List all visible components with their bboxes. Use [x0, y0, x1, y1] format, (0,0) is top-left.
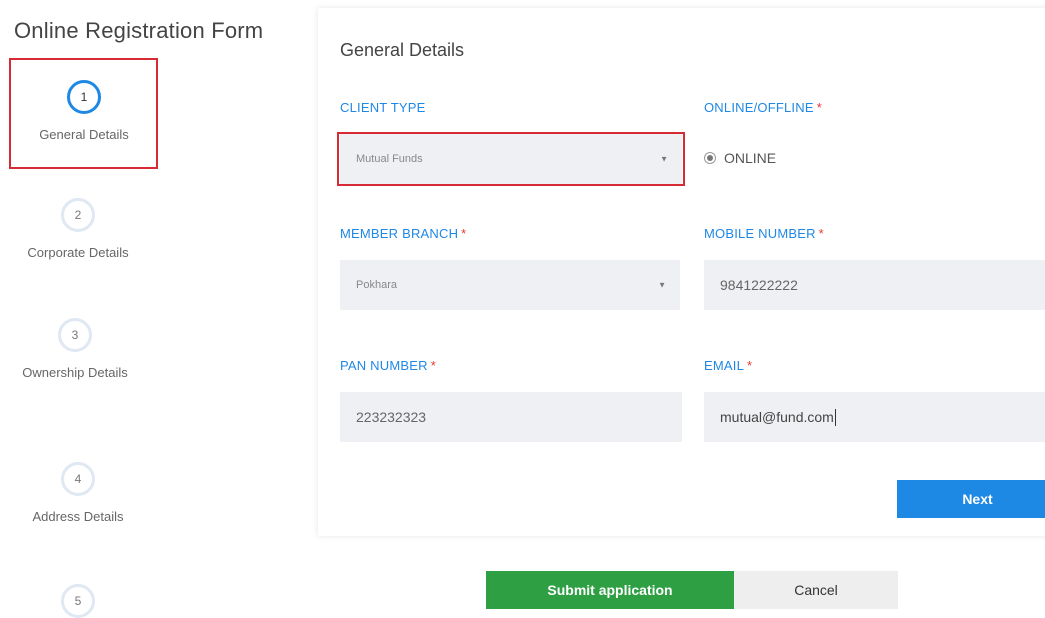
radio-selected-icon[interactable] [704, 152, 716, 164]
email-value: mutual@fund.com [720, 409, 834, 425]
form-title: General Details [340, 40, 465, 60]
email-label: EMAIL * [704, 358, 753, 373]
required-marker: * [461, 226, 467, 241]
step-4-label: Address Details [32, 509, 124, 524]
mobile-number-value: 9841222222 [720, 277, 798, 293]
step-4[interactable]: 4 Address Details [8, 462, 148, 528]
mobile-number-input[interactable]: 9841222222 [704, 260, 1045, 310]
online-radio-label[interactable]: ONLINE [724, 150, 776, 166]
member-branch-label: MEMBER BRANCH * [340, 226, 467, 241]
client-type-highlight [337, 132, 685, 186]
submit-application-button[interactable]: Submit application [486, 571, 734, 609]
online-offline-label: ONLINE/OFFLINE * [704, 100, 822, 115]
required-marker: * [818, 226, 824, 241]
caret-down-icon: ▼ [658, 280, 666, 290]
required-marker: * [430, 358, 436, 373]
pan-number-value: 223232323 [356, 409, 427, 425]
email-input[interactable]: mutual@fund.com [704, 392, 1045, 442]
cancel-button[interactable]: Cancel [734, 571, 898, 609]
member-branch-select[interactable]: Pokhara ▼ [340, 260, 680, 310]
step-4-circle: 4 [61, 462, 95, 496]
step-1-highlight [9, 58, 158, 169]
step-2-circle: 2 [61, 198, 95, 232]
step-3[interactable]: 3 Ownership Details [20, 318, 130, 384]
mobile-number-label: MOBILE NUMBER * [704, 226, 824, 241]
general-details-card: General Details CLIENT TYPE Mutual Funds… [318, 8, 1045, 536]
step-5[interactable]: 5 [8, 584, 148, 618]
step-5-circle: 5 [61, 584, 95, 618]
step-2[interactable]: 2 Corporate Details [8, 198, 148, 264]
pan-number-label: PAN NUMBER * [340, 358, 436, 373]
page-title: Online Registration Form [14, 18, 264, 43]
step-3-label: Ownership Details [22, 365, 128, 380]
text-cursor [834, 408, 836, 426]
required-marker: * [816, 100, 822, 115]
next-button[interactable]: Next [897, 480, 1045, 518]
step-3-circle: 3 [58, 318, 92, 352]
client-type-label: CLIENT TYPE [340, 100, 426, 115]
pan-number-input[interactable]: 223232323 [340, 392, 682, 442]
required-marker: * [747, 358, 753, 373]
member-branch-value: Pokhara [356, 279, 397, 291]
step-2-label: Corporate Details [27, 245, 129, 260]
